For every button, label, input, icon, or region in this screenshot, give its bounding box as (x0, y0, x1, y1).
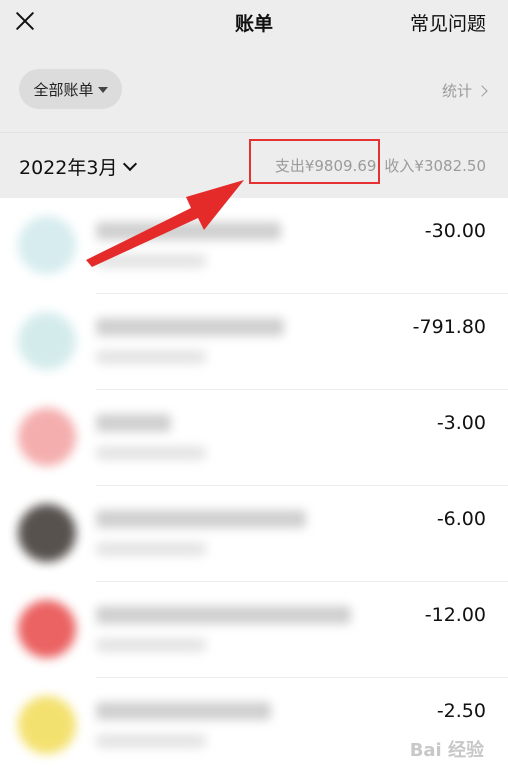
annotation-arrow-shape (86, 180, 244, 267)
watermark: Bai 经验 (409, 740, 484, 761)
filter-row: 全部账单 统计 (0, 44, 508, 132)
blurred-transaction-time (96, 638, 206, 652)
top-bar: 账单 常见问题 (0, 0, 508, 44)
merchant-avatar (18, 216, 76, 274)
blurred-transaction-time (96, 734, 206, 748)
blurred-transaction-time (96, 446, 206, 460)
expense-highlight-box (249, 139, 380, 184)
statistics-link[interactable]: 统计 (441, 80, 488, 101)
blurred-merchant-name (96, 414, 171, 432)
blurred-merchant-name (96, 606, 351, 624)
blurred-merchant-name (96, 318, 284, 336)
transaction-row[interactable]: -12.00 (0, 582, 508, 678)
blurred-merchant-name (96, 510, 306, 528)
transaction-amount: -2.50 (436, 700, 486, 722)
transaction-list: -30.00 -791.80 -3.00 -6.00 -12.00 -2.50 (0, 198, 508, 784)
blurred-transaction-time (96, 542, 206, 556)
bill-filter-dropdown[interactable]: 全部账单 (19, 69, 122, 109)
bill-filter-label: 全部账单 (33, 80, 94, 99)
merchant-avatar (18, 696, 76, 754)
chevron-right-icon (476, 84, 488, 97)
transaction-amount: -791.80 (412, 316, 486, 338)
transaction-row[interactable]: -6.00 (0, 486, 508, 582)
faq-link[interactable]: 常见问题 (410, 9, 486, 36)
merchant-avatar (18, 312, 76, 370)
transaction-row[interactable]: -791.80 (0, 294, 508, 390)
merchant-avatar (18, 408, 76, 466)
transaction-amount: -12.00 (424, 604, 486, 626)
annotation-arrow-icon (86, 180, 244, 267)
transaction-row[interactable]: -3.00 (0, 390, 508, 486)
transaction-amount: -30.00 (424, 220, 486, 242)
merchant-avatar (18, 600, 76, 658)
merchant-avatar (18, 504, 76, 562)
caret-down-icon (97, 87, 108, 93)
transaction-amount: -6.00 (436, 508, 486, 530)
transaction-amount: -3.00 (436, 412, 486, 434)
blurred-merchant-name (96, 702, 271, 720)
statistics-label: 统计 (441, 82, 472, 100)
chevron-down-icon (123, 156, 138, 172)
blurred-transaction-time (96, 350, 206, 364)
income-total: 收入¥3082.50 (384, 157, 486, 175)
